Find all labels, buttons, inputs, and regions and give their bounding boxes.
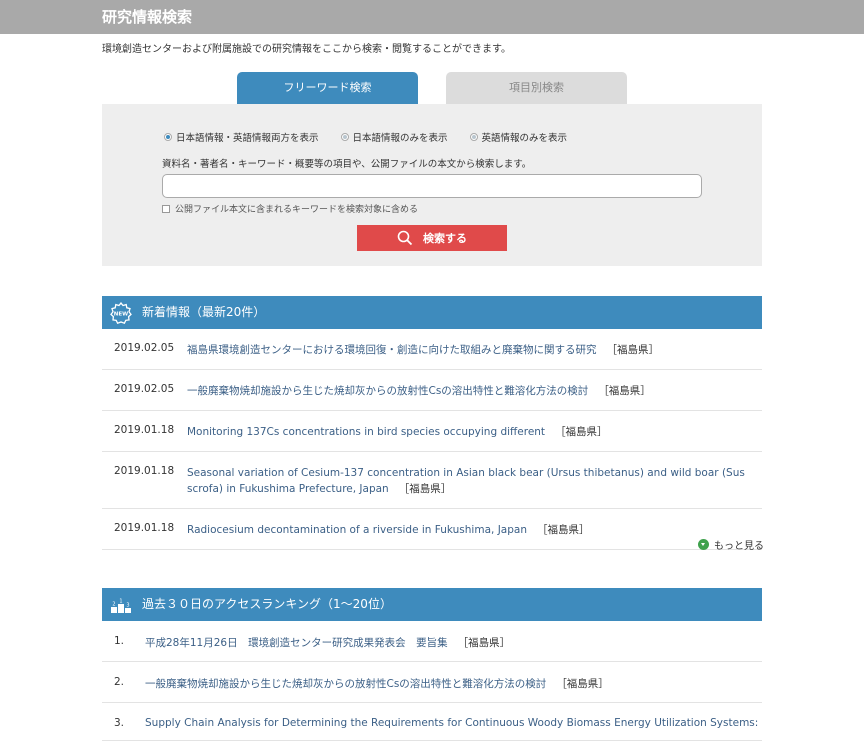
- chevron-down-icon: [698, 539, 709, 550]
- prefecture-tag: ［福島県］: [398, 483, 452, 495]
- list-item: 2. 一般廃棄物焼却施設から生じた焼却灰からの放射性Csの溶出特性と難溶化方法の…: [102, 662, 762, 703]
- news-date: 2019.01.18: [114, 465, 175, 477]
- fulltext-checkbox[interactable]: [162, 204, 170, 213]
- ranking-section-title: 過去３０日のアクセスランキング（1〜20位）: [142, 597, 392, 611]
- news-date: 2019.01.18: [114, 522, 175, 534]
- new-badge-icon: NEW: [110, 302, 132, 324]
- radio-label: 英語情報のみを表示: [481, 133, 568, 144]
- rank-number: 3.: [114, 717, 125, 729]
- ranking-list: 1. 平成28年11月26日 環境創造センター研究成果発表会 要旨集 ［福島県］ …: [102, 621, 762, 741]
- search-icon: [397, 230, 413, 246]
- news-date: 2019.02.05: [114, 342, 175, 354]
- rank-number: 1.: [114, 635, 125, 647]
- news-date: 2019.02.05: [114, 383, 175, 395]
- svg-text:3: 3: [126, 603, 129, 609]
- search-description: 資料名・著者名・キーワード・概要等の項目や、公開ファイルの本文から検索します。: [162, 159, 532, 170]
- tab-item-search[interactable]: 項目別検索: [446, 72, 627, 104]
- page-title: 研究情報検索: [0, 0, 864, 34]
- list-item: 2019.01.18 Seasonal variation of Cesium-…: [102, 452, 762, 509]
- ranking-podium-icon: 2 1 3: [111, 599, 131, 613]
- rank-number: 2.: [114, 676, 125, 688]
- list-item: 3. Supply Chain Analysis for Determining…: [102, 703, 762, 741]
- radio-english-only[interactable]: 英語情報のみを表示: [469, 130, 568, 144]
- svg-text:1: 1: [119, 599, 122, 605]
- news-section-title: 新着情報（最新20件）: [142, 305, 266, 319]
- list-item: 1. 平成28年11月26日 環境創造センター研究成果発表会 要旨集 ［福島県］: [102, 621, 762, 662]
- list-item: 2019.01.18 Radiocesium decontamination o…: [102, 509, 762, 550]
- radio-both-languages[interactable]: 日本語情報・英語情報両方を表示: [164, 130, 319, 144]
- prefecture-tag: ［福島県］: [457, 637, 511, 649]
- radio-label: 日本語情報のみを表示: [352, 133, 448, 144]
- list-item: 2019.02.05 福島県環境創造センターにおける環境回復・創造に向けた取組み…: [102, 329, 762, 370]
- more-link[interactable]: もっと見る: [698, 537, 764, 552]
- search-panel: 日本語情報・英語情報両方を表示 日本語情報のみを表示 英語情報のみを表示 資料名…: [102, 104, 762, 266]
- fulltext-option: 公開ファイル本文に含まれるキーワードを検索対象に含める: [162, 202, 418, 215]
- prefecture-tag: ［福島県］: [556, 678, 609, 690]
- intro-text: 環境創造センターおよび附属施設での研究情報をここから検索・閲覧することができます…: [102, 44, 511, 55]
- news-link[interactable]: Radiocesium decontamination of a riversi…: [187, 522, 589, 538]
- ranking-section-header: 2 1 3 過去３０日のアクセスランキング（1〜20位）: [102, 588, 762, 621]
- prefecture-tag: ［福島県］: [598, 385, 651, 397]
- news-list: 2019.02.05 福島県環境創造センターにおける環境回復・創造に向けた取組み…: [102, 329, 762, 550]
- news-section-header: NEW 新着情報（最新20件）: [102, 296, 762, 329]
- list-item: 2019.02.05 一般廃棄物焼却施設から生じた焼却灰からの放射性Csの溶出特…: [102, 370, 762, 411]
- search-button-label: 検索する: [423, 232, 467, 245]
- prefecture-tag: ［福島県］: [555, 426, 608, 438]
- svg-text:2: 2: [112, 602, 115, 608]
- radio-label: 日本語情報・英語情報両方を表示: [176, 133, 319, 144]
- search-input[interactable]: [162, 174, 702, 198]
- ranking-link[interactable]: Supply Chain Analysis for Determining th…: [145, 717, 758, 729]
- prefecture-tag: ［福島県］: [536, 524, 590, 536]
- radio-selected-icon: [164, 133, 172, 141]
- search-button[interactable]: 検索する: [357, 225, 507, 251]
- radio-unselected-icon: [469, 133, 478, 141]
- checkbox-label: 公開ファイル本文に含まれるキーワードを検索対象に含める: [175, 205, 419, 215]
- more-link-label: もっと見る: [714, 541, 764, 552]
- ranking-link[interactable]: 一般廃棄物焼却施設から生じた焼却灰からの放射性Csの溶出特性と難溶化方法の検討 ［…: [145, 676, 609, 691]
- news-link[interactable]: 福島県環境創造センターにおける環境回復・創造に向けた取組みと廃棄物に関する研究 ［…: [187, 342, 659, 358]
- radio-japanese-only[interactable]: 日本語情報のみを表示: [340, 130, 448, 144]
- language-radio-group: 日本語情報・英語情報両方を表示 日本語情報のみを表示 英語情報のみを表示: [164, 130, 567, 144]
- svg-text:NEW: NEW: [114, 311, 128, 317]
- ranking-link[interactable]: 平成28年11月26日 環境創造センター研究成果発表会 要旨集 ［福島県］: [145, 635, 510, 650]
- news-link[interactable]: Seasonal variation of Cesium-137 concent…: [187, 465, 752, 497]
- radio-unselected-icon: [340, 133, 349, 141]
- tab-free-word-search[interactable]: フリーワード検索: [237, 72, 418, 104]
- prefecture-tag: ［福島県］: [606, 344, 660, 356]
- search-tabs: フリーワード検索 項目別検索: [237, 72, 627, 104]
- news-link[interactable]: Monitoring 137Cs concentrations in bird …: [187, 424, 608, 440]
- news-date: 2019.01.18: [114, 424, 175, 436]
- news-link[interactable]: 一般廃棄物焼却施設から生じた焼却灰からの放射性Csの溶出特性と難溶化方法の検討 ［…: [187, 383, 651, 399]
- list-item: 2019.01.18 Monitoring 137Cs concentratio…: [102, 411, 762, 452]
